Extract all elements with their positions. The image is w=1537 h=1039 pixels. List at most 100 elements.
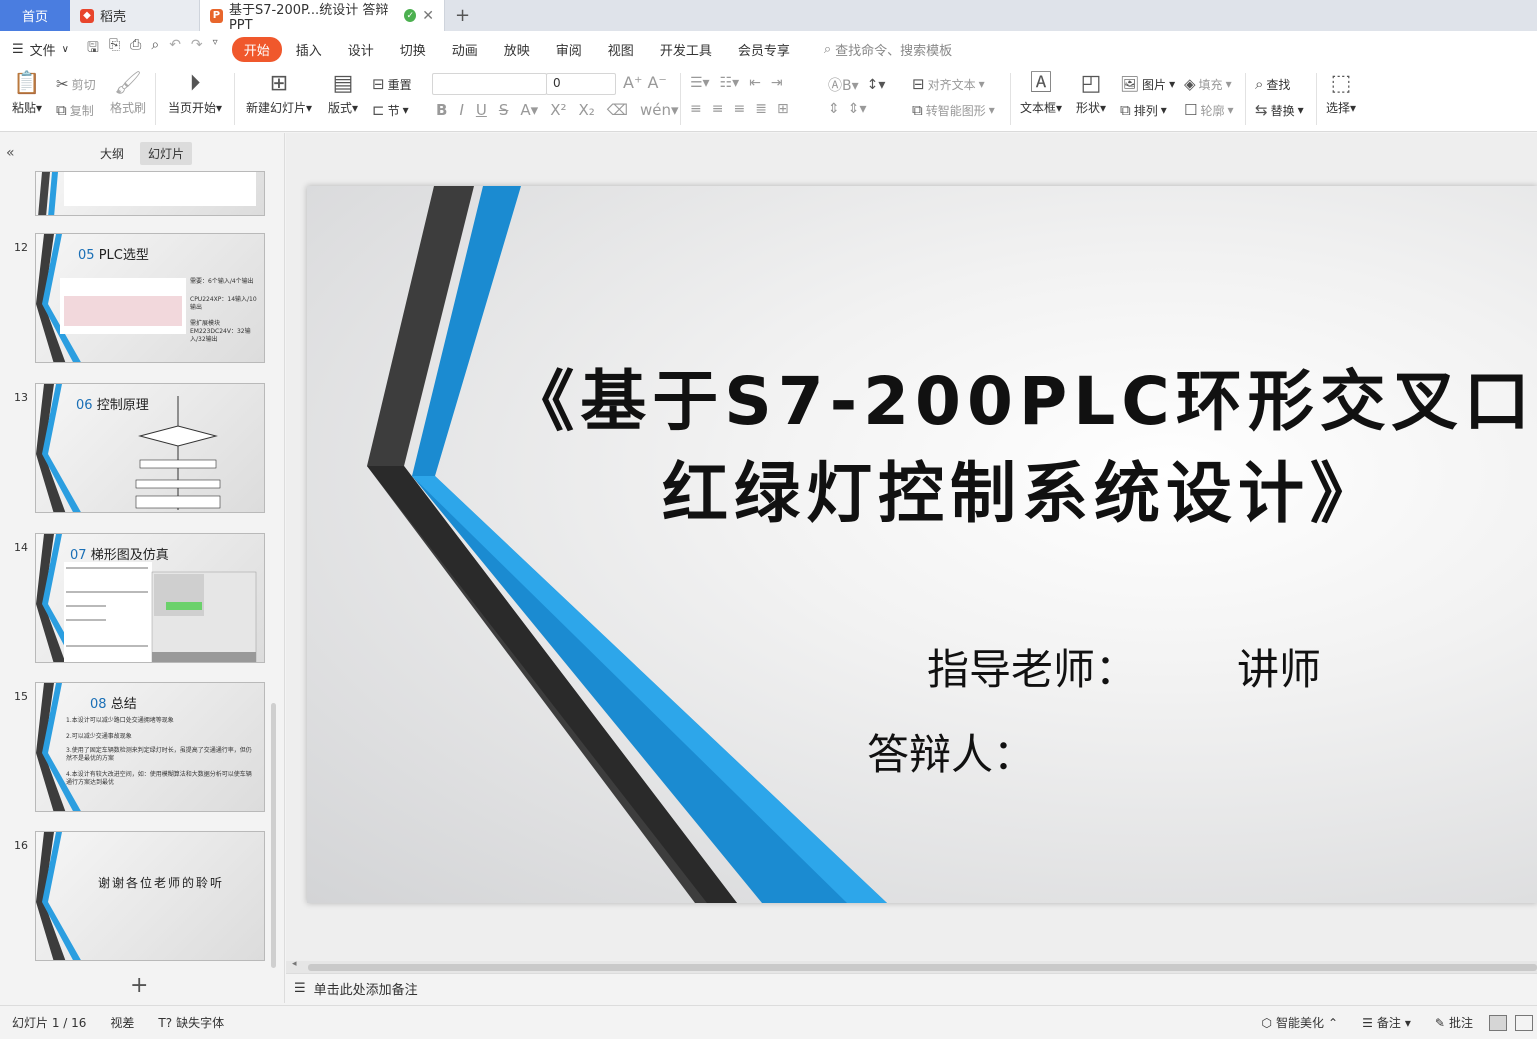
collapse-panel-icon[interactable]: « [6,145,15,161]
underline-icon[interactable]: U [476,101,487,119]
align-left-icon[interactable]: ≡ [690,101,702,117]
new-tab-button[interactable]: + [445,0,480,31]
tab-home[interactable]: 首页 [0,0,70,31]
tab-document[interactable]: P 基于S7-200P...统设计 答辩PPT ✓ ✕ [200,0,445,33]
slide-thumbnail-11[interactable] [35,171,265,216]
tab-outline[interactable]: 大纲 [92,142,132,165]
save-icon[interactable]: 🖫 [87,37,99,61]
find-button[interactable]: ⌕ 查找 [1255,75,1290,93]
beautify-button[interactable]: ⬡ 智能美化 ⌃ [1250,1014,1351,1031]
menu-design[interactable]: 设计 [336,37,386,62]
defender-label[interactable]: 答辩人： [867,721,1035,782]
file-menu[interactable]: ☰ 文件 ∨ [12,40,79,59]
justify-icon[interactable]: ≣ [755,101,767,117]
indent-icon[interactable]: ⇥ [771,75,783,91]
menu-view[interactable]: 视图 [596,37,646,62]
phonetic-icon[interactable]: wén▾ [640,101,679,119]
distribute-icon[interactable]: ⊞ [777,101,789,117]
slide-thumbnail-14[interactable]: 07 梯形图及仿真 [35,533,265,663]
slide-thumbnail-12[interactable]: 05 PLC选型 需要：6个输入/4个输出 CPU224XP：14输入/10输出… [35,233,265,363]
notes-toggle-button[interactable]: ☰ 备注 ▾ [1350,1014,1423,1031]
ribbon-toolbar: 📋 粘贴▾ ✂ 剪切 ⧉ 复制 🖌 格式刷 ⏵ 当页开始▾ ⊞ 新建幻灯片▾ ▤ 版… [0,67,1537,132]
tab-daoke[interactable]: ◆ 稻壳 [70,0,200,31]
print-preview-icon[interactable]: ⌕ [151,37,159,61]
current-slide[interactable]: 《基于S7-200PLC环形交叉口 红绿灯控制系统设计》 指导老师： 讲师 答辩… [307,186,1537,903]
paste-button[interactable]: 📋 粘贴▾ [12,73,42,116]
outdent-icon[interactable]: ⇤ [749,75,761,91]
font-warning-icon: T? [158,1015,173,1030]
comments-button[interactable]: ✎ 批注 [1423,1014,1485,1031]
thumbnail-scrollbar[interactable] [271,703,276,968]
strikethrough-icon[interactable]: S [499,101,509,119]
layout-button[interactable]: ▤ 版式▾ [328,73,358,116]
menu-home[interactable]: 开始 [231,36,282,62]
picture-button[interactable]: 🖼 图片 ▾ [1120,75,1175,93]
fill-button[interactable]: ◈ 填充 ▾ [1184,75,1232,93]
new-slide-button[interactable]: ⊞ 新建幻灯片▾ [246,73,312,116]
menu-transition[interactable]: 切换 [388,37,438,62]
select-button[interactable]: ⬚ 选择▾ [1326,73,1356,116]
font-color-icon[interactable]: A▾ [520,101,538,119]
undo-icon[interactable]: ↶ [169,37,181,61]
align-text-button[interactable]: ⊟ 对齐文本 ▾ [912,75,985,93]
smart-shape-button[interactable]: ⧉ 转智能图形 ▾ [912,101,995,119]
numbered-list-icon[interactable]: ☷▾ [720,75,740,91]
print-icon[interactable]: ⎙ [130,37,141,61]
horizontal-scrollbar[interactable]: ◂ [286,959,1537,973]
font-family-select[interactable] [432,73,547,95]
cut-button[interactable]: ✂ 剪切 [56,75,96,93]
close-tab-icon[interactable]: ✕ [422,8,434,24]
command-search[interactable]: ⌕ 查找命令、搜索模板 [824,40,952,59]
advisor-name[interactable]: 讲师 [1237,636,1321,697]
tab-slides[interactable]: 幻灯片 [140,141,193,165]
new-slide-icon: ⊞ [269,71,289,96]
line-spacing-icon[interactable]: ↕▾ [867,77,886,93]
customize-icon[interactable]: ▿ [213,37,218,61]
superscript-icon[interactable]: X² [550,101,566,119]
menu-animation[interactable]: 动画 [440,37,490,62]
align-center-icon[interactable]: ≡ [712,101,724,117]
menu-insert[interactable]: 插入 [284,37,334,62]
font-size-select[interactable]: 0 [546,73,616,95]
slide-thumbnail-13[interactable]: 06 控制原理 [35,383,265,513]
slide-thumbnail-16[interactable]: 谢谢各位老师的聆听 [35,831,265,961]
redo-icon[interactable]: ↷ [191,37,203,61]
format-painter-button[interactable]: 🖌 格式刷 [110,73,146,116]
slide-thumbnail-15[interactable]: 08 总结 1.本设计可以减少路口处交通拥堵等现象 2.可以减少交通事故现象 3… [35,682,265,812]
bullet-list-icon[interactable]: ☰▾ [690,75,710,91]
thumbnail-text: CPU224XP：14输入/10输出 [190,296,257,311]
italic-icon[interactable]: I [459,101,463,119]
menu-review[interactable]: 审阅 [544,37,594,62]
menu-member[interactable]: 会员专享 [726,37,802,62]
output-icon[interactable]: ⎘ [109,37,120,61]
scroll-left-icon[interactable]: ◂ [292,959,297,969]
play-from-current-button[interactable]: ⏵ 当页开始▾ [168,73,222,116]
missing-fonts-button[interactable]: T? 缺失字体 [146,1014,236,1031]
section-button[interactable]: ⊏ 节 ▾ [372,101,409,119]
align-right-icon[interactable]: ≡ [733,101,745,117]
scrollbar-thumb[interactable] [308,964,1537,971]
menu-slideshow[interactable]: 放映 [492,37,542,62]
paragraph-spacing-icon[interactable]: ⇕ [828,101,840,117]
sorter-view-icon[interactable] [1515,1014,1533,1031]
slide-title[interactable]: 《基于S7-200PLC环形交叉口 红绿灯控制系统设计》 [507,356,1537,540]
reset-button[interactable]: ⊟ 重置 [372,75,412,93]
add-slide-icon[interactable]: + [130,973,148,998]
shape-button[interactable]: ◰ 形状▾ [1076,73,1106,116]
text-direction-icon[interactable]: ⒶB▾ [828,75,859,95]
text-box-button[interactable]: 🄰 文本框▾ [1020,73,1062,116]
theme-name[interactable]: 视差 [98,1014,146,1031]
outline-button[interactable]: ☐ 轮廓 ▾ [1184,101,1234,119]
subscript-icon[interactable]: X₂ [578,101,594,119]
column-icon[interactable]: ⇕▾ [848,101,867,117]
copy-button[interactable]: ⧉ 复制 [56,101,94,119]
font-grow-icon[interactable]: A⁺ A⁻ [623,73,667,92]
arrange-button[interactable]: ⧉ 排列 ▾ [1120,101,1167,119]
replace-button[interactable]: ⇆ 替换 ▾ [1255,101,1304,119]
advisor-label[interactable]: 指导老师： [927,636,1137,697]
bold-icon[interactable]: B [436,101,447,119]
menu-developer[interactable]: 开发工具 [648,37,724,62]
notes-pane[interactable]: ☰ 单击此处添加备注 [286,973,1537,1003]
clear-format-icon[interactable]: ⌫ [607,101,628,119]
normal-view-icon[interactable] [1489,1014,1507,1031]
